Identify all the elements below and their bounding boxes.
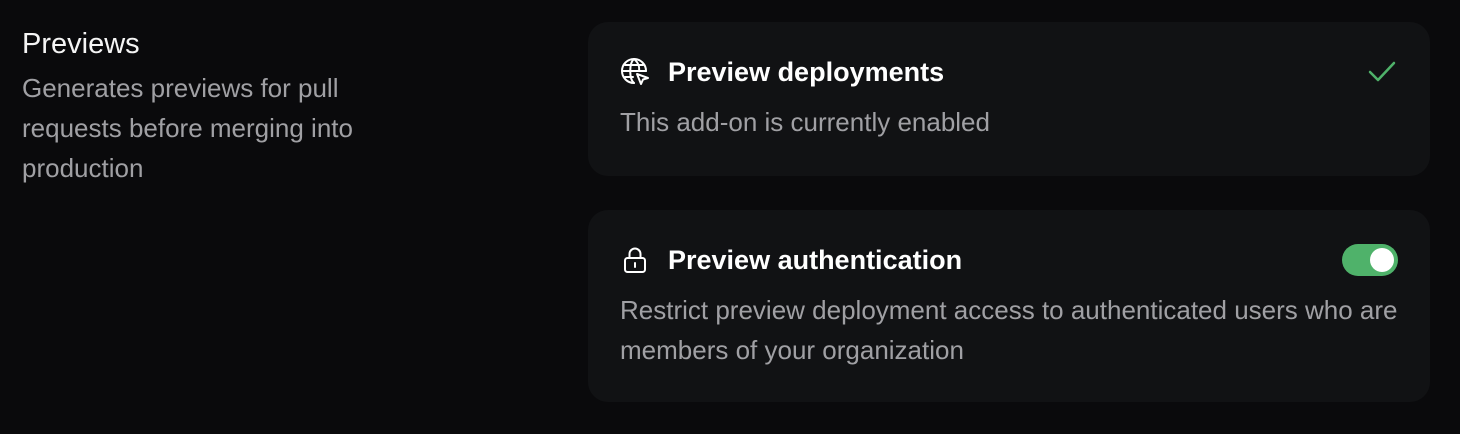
preview-deployments-card: Preview deployments This add-on is curre… <box>588 22 1430 176</box>
preview-authentication-card: Preview authentication Restrict preview … <box>588 210 1430 402</box>
section-description: Generates previews for pull requests bef… <box>22 73 353 183</box>
toggle-knob <box>1370 248 1394 272</box>
card-header: Preview authentication <box>620 238 1398 282</box>
section-intro: Previews Generates previews for pull req… <box>22 24 442 188</box>
lock-icon <box>620 245 650 275</box>
card-description: This add-on is currently enabled <box>620 107 990 137</box>
globe-cursor-icon <box>620 57 650 87</box>
card-description: Restrict preview deployment access to au… <box>620 295 1398 365</box>
card-title: Preview deployments <box>668 56 945 87</box>
card-title: Preview authentication <box>668 244 963 275</box>
section-title: Previews <box>22 28 140 60</box>
card-header: Preview deployments <box>620 50 1398 94</box>
check-icon <box>1366 56 1398 88</box>
preview-authentication-toggle[interactable] <box>1342 244 1398 276</box>
